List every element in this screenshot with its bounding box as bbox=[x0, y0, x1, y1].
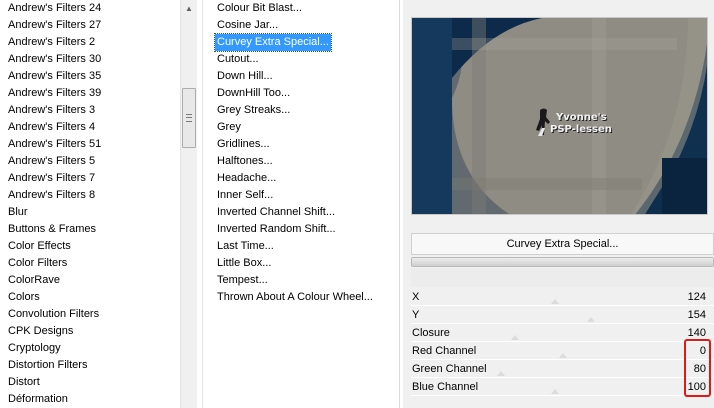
category-item[interactable]: Buttons & Frames bbox=[8, 221, 96, 238]
category-list[interactable]: Andrew's Filters 24 Andrew's Filters 27 An… bbox=[0, 0, 180, 408]
progress-fill bbox=[412, 258, 713, 266]
param-row[interactable]: Red Channel 0 bbox=[411, 342, 714, 360]
param-row[interactable]: Closure 140 bbox=[411, 324, 714, 342]
category-item[interactable]: Andrew's Filters 3 bbox=[8, 102, 95, 119]
param-value[interactable]: 124 bbox=[688, 289, 706, 305]
values-highlight-box bbox=[684, 339, 711, 397]
category-item[interactable]: Andrew's Filters 7 bbox=[8, 170, 95, 187]
filter-preview-image: Yvonne's PSP-lessen bbox=[411, 17, 708, 215]
filter-name-label: Curvey Extra Special... bbox=[506, 238, 619, 250]
param-label: Y bbox=[412, 309, 420, 321]
filter-item[interactable]: Last Time... bbox=[215, 238, 276, 255]
param-value[interactable]: 154 bbox=[688, 307, 706, 323]
watermark-line1: Yvonne's bbox=[556, 112, 607, 123]
filter-list-panel: Colour Bit Blast... Cosine Jar... Curvey E… bbox=[202, 0, 400, 408]
filter-item-selected[interactable]: Curvey Extra Special... bbox=[214, 33, 332, 52]
row-divider bbox=[411, 395, 714, 396]
param-row[interactable]: Blue Channel 100 bbox=[411, 378, 714, 396]
category-item[interactable]: Andrew's Filters 24 bbox=[8, 0, 101, 17]
filter-item[interactable]: Cosine Jar... bbox=[215, 17, 280, 34]
filter-item[interactable]: Gridlines... bbox=[215, 136, 272, 153]
category-list-panel: Andrew's Filters 24 Andrew's Filters 27 An… bbox=[0, 0, 197, 408]
filter-settings-panel: Yvonne's PSP-lessen Curvey Extra Special… bbox=[403, 0, 714, 408]
param-row[interactable]: Y 154 bbox=[411, 306, 714, 324]
scrollbar-thumb[interactable] bbox=[182, 88, 196, 148]
filter-item[interactable]: Halftones... bbox=[215, 153, 275, 170]
category-item[interactable]: Andrew's Filters 35 bbox=[8, 68, 101, 85]
filter-item[interactable]: Down Hill... bbox=[215, 68, 275, 85]
filter-name-button[interactable]: Curvey Extra Special... bbox=[411, 233, 714, 255]
category-item[interactable]: Color Effects bbox=[8, 238, 71, 255]
category-item[interactable]: Distort bbox=[8, 374, 40, 391]
param-label: Green Channel bbox=[412, 363, 487, 375]
param-label: X bbox=[412, 291, 420, 303]
filter-item[interactable]: Headache... bbox=[215, 170, 278, 187]
filter-item[interactable]: Thrown About A Colour Wheel... bbox=[215, 289, 375, 306]
param-row[interactable]: Green Channel 80 bbox=[411, 360, 714, 378]
filter-item[interactable]: Little Box... bbox=[215, 255, 273, 272]
filter-item[interactable]: Colour Bit Blast... bbox=[215, 0, 304, 17]
category-item[interactable]: Déformation bbox=[8, 391, 68, 408]
category-item[interactable]: Distortion Filters bbox=[8, 357, 87, 374]
filter-item[interactable]: Cutout... bbox=[215, 51, 261, 68]
category-item[interactable]: Andrew's Filters 39 bbox=[8, 85, 101, 102]
param-label: Blue Channel bbox=[412, 381, 479, 393]
scrollbar-grip-icon bbox=[186, 114, 192, 122]
filter-item[interactable]: Tempest... bbox=[215, 272, 270, 289]
category-item[interactable]: Convolution Filters bbox=[8, 306, 99, 323]
filter-item[interactable]: Grey Streaks... bbox=[215, 102, 292, 119]
category-item[interactable]: CPK Designs bbox=[8, 323, 73, 340]
category-item[interactable]: Andrew's Filters 8 bbox=[8, 187, 95, 204]
param-label: Closure bbox=[412, 327, 450, 339]
category-item[interactable]: Color Filters bbox=[8, 255, 67, 272]
category-scrollbar[interactable]: ▲ bbox=[180, 0, 197, 408]
filter-item[interactable]: Inner Self... bbox=[215, 187, 275, 204]
param-row[interactable]: X 124 bbox=[411, 288, 714, 306]
divider-band bbox=[411, 269, 714, 287]
progress-bar bbox=[411, 257, 714, 267]
category-item[interactable]: Colors bbox=[8, 289, 40, 306]
category-item[interactable]: Andrew's Filters 30 bbox=[8, 51, 101, 68]
filter-item[interactable]: DownHill Too... bbox=[215, 85, 292, 102]
filter-item[interactable]: Inverted Channel Shift... bbox=[215, 204, 337, 221]
category-item[interactable]: Andrew's Filters 27 bbox=[8, 17, 101, 34]
category-item[interactable]: Andrew's Filters 2 bbox=[8, 34, 95, 51]
scroll-up-arrow-icon[interactable]: ▲ bbox=[181, 0, 197, 17]
filter-item[interactable]: Grey bbox=[215, 119, 243, 136]
category-item[interactable]: Andrew's Filters 51 bbox=[8, 136, 101, 153]
param-label: Red Channel bbox=[412, 345, 477, 357]
category-item[interactable]: Andrew's Filters 5 bbox=[8, 153, 95, 170]
filter-item[interactable]: Inverted Random Shift... bbox=[215, 221, 338, 238]
watermark-line2: PSP-lessen bbox=[550, 124, 612, 135]
category-item[interactable]: Blur bbox=[8, 204, 28, 221]
category-item[interactable]: Andrew's Filters 4 bbox=[8, 119, 95, 136]
category-item[interactable]: ColorRave bbox=[8, 272, 60, 289]
category-item[interactable]: Cryptology bbox=[8, 340, 61, 357]
watermark-logo: Yvonne's PSP-lessen bbox=[534, 106, 614, 146]
